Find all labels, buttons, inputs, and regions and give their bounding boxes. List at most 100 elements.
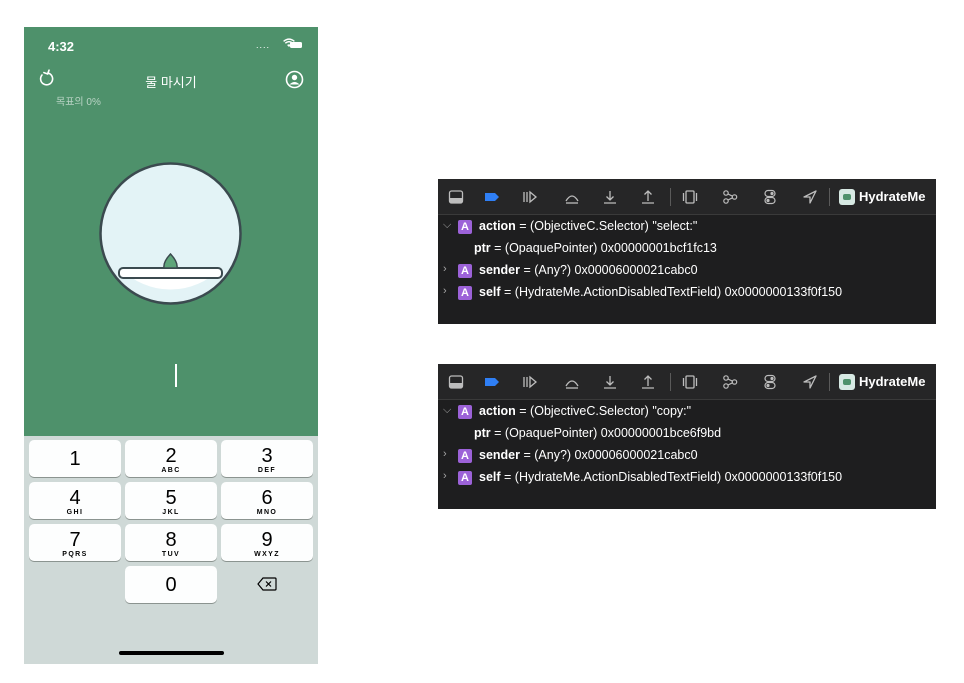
variable-text: self = (HydrateMe.ActionDisabledTextFiel… xyxy=(479,285,842,299)
key-3[interactable]: 3 DEF xyxy=(221,440,313,477)
variable-row[interactable]: ptr = (OpaquePointer) 0x00000001bce6f9bd xyxy=(438,425,936,445)
key-number: 9 xyxy=(261,529,273,551)
memory-graph-icon[interactable] xyxy=(722,189,738,205)
key-letters: GHI xyxy=(66,509,84,516)
key-8[interactable]: 8 TUV xyxy=(125,524,217,561)
continue-icon[interactable] xyxy=(522,374,538,390)
chevron-right-icon[interactable]: › xyxy=(443,470,447,482)
chevron-down-icon[interactable]: ⌵ xyxy=(443,404,451,417)
variable-text: sender = (Any?) 0x00006000021cabc0 xyxy=(479,263,698,277)
variable-row[interactable]: › A self = (HydrateMe.ActionDisabledText… xyxy=(438,469,936,489)
toolbar-separator xyxy=(670,373,671,391)
key-0[interactable]: 0 xyxy=(125,566,217,603)
variable-name: action xyxy=(479,219,516,233)
variable-text: ptr = (OpaquePointer) 0x00000001bce6f9bd xyxy=(474,426,721,440)
variable-name: action xyxy=(479,404,516,418)
type-badge: A xyxy=(458,449,472,463)
toolbar-separator xyxy=(829,373,830,391)
breakpoints-toggle-icon[interactable] xyxy=(484,189,500,205)
step-over-icon[interactable] xyxy=(564,374,580,390)
environment-overrides-icon[interactable] xyxy=(762,374,778,390)
environment-overrides-icon[interactable] xyxy=(762,189,778,205)
variable-row[interactable]: ⌵ A action = (ObjectiveC.Selector) "copy… xyxy=(438,403,936,423)
step-out-icon[interactable] xyxy=(640,189,656,205)
variable-value: = (HydrateMe.ActionDisabledTextField) 0x… xyxy=(500,285,843,299)
hide-debug-area-icon[interactable] xyxy=(448,189,464,205)
step-over-icon[interactable] xyxy=(564,189,580,205)
page-title: 물 마시기 xyxy=(145,75,197,90)
step-into-icon[interactable] xyxy=(602,189,618,205)
variable-row[interactable]: › A self = (HydrateMe.ActionDisabledText… xyxy=(438,284,936,304)
variable-text: sender = (Any?) 0x00006000021cabc0 xyxy=(479,448,698,462)
delete-key[interactable] xyxy=(221,566,313,603)
key-letters: DEF xyxy=(257,467,277,474)
simulate-location-icon[interactable] xyxy=(802,189,818,205)
variable-value: = (Any?) 0x00006000021cabc0 xyxy=(520,448,698,462)
type-badge: A xyxy=(458,286,472,300)
key-7[interactable]: 7 PQRS xyxy=(29,524,121,561)
key-number: 6 xyxy=(261,487,273,509)
variables-view-panel-2: HydrateMe ⌵ A action = (ObjectiveC.Selec… xyxy=(438,364,936,509)
key-letters: TUV xyxy=(161,551,181,558)
variable-text: action = (ObjectiveC.Selector) "copy:" xyxy=(479,404,691,418)
type-badge: A xyxy=(458,471,472,485)
key-number: 8 xyxy=(165,529,177,551)
chevron-right-icon[interactable]: › xyxy=(443,448,447,460)
water-drop-illustration xyxy=(99,162,242,305)
app-name[interactable]: HydrateMe xyxy=(859,189,925,204)
profile-icon[interactable] xyxy=(285,70,304,89)
key-number: 7 xyxy=(69,529,81,551)
chevron-right-icon[interactable]: › xyxy=(443,263,447,275)
key-letters: MNO xyxy=(256,509,278,516)
key-5[interactable]: 5 JKL xyxy=(125,482,217,519)
variable-row[interactable]: ptr = (OpaquePointer) 0x00000001bcf1fc13 xyxy=(438,240,936,260)
key-number: 1 xyxy=(69,448,81,470)
variable-name: ptr xyxy=(474,426,491,440)
variable-text: action = (ObjectiveC.Selector) "select:" xyxy=(479,219,697,233)
key-number: 0 xyxy=(165,574,177,596)
app-icon xyxy=(839,374,855,390)
home-indicator xyxy=(119,651,224,655)
step-out-icon[interactable] xyxy=(640,374,656,390)
variables-view-panel-1: HydrateMe ⌵ A action = (ObjectiveC.Selec… xyxy=(438,179,936,324)
step-into-icon[interactable] xyxy=(602,374,618,390)
iphone-screen: 4:32 .... 물 마시기 목표의 0% 1 2 ABC 3 DEF 4 G… xyxy=(24,27,318,664)
variable-name: self xyxy=(479,470,501,484)
simulate-location-icon[interactable] xyxy=(802,374,818,390)
variable-row[interactable]: › A sender = (Any?) 0x00006000021cabc0 xyxy=(438,447,936,467)
app-name[interactable]: HydrateMe xyxy=(859,374,925,389)
key-1[interactable]: 1 xyxy=(29,440,121,477)
key-9[interactable]: 9 WXYZ xyxy=(221,524,313,561)
variable-row[interactable]: › A sender = (Any?) 0x00006000021cabc0 xyxy=(438,262,936,282)
variable-value: = (OpaquePointer) 0x00000001bcf1fc13 xyxy=(490,241,717,255)
variable-name: ptr xyxy=(474,241,491,255)
variable-name: sender xyxy=(479,448,520,462)
key-4[interactable]: 4 GHI xyxy=(29,482,121,519)
variable-value: = (Any?) 0x00006000021cabc0 xyxy=(520,263,698,277)
battery-icon xyxy=(290,42,302,48)
key-number: 5 xyxy=(165,487,177,509)
key-letters: PQRS xyxy=(62,551,88,558)
variable-value: = (HydrateMe.ActionDisabledTextField) 0x… xyxy=(500,470,843,484)
key-2[interactable]: 2 ABC xyxy=(125,440,217,477)
hide-debug-area-icon[interactable] xyxy=(448,374,464,390)
view-debugger-icon[interactable] xyxy=(682,189,698,205)
key-number: 4 xyxy=(69,487,81,509)
chevron-right-icon[interactable]: › xyxy=(443,285,447,297)
variable-value: = (ObjectiveC.Selector) "copy:" xyxy=(515,404,692,418)
status-time: 4:32 xyxy=(48,39,75,54)
key-letters: ABC xyxy=(161,467,181,474)
breakpoints-toggle-icon[interactable] xyxy=(484,374,500,390)
key-6[interactable]: 6 MNO xyxy=(221,482,313,519)
variable-name: sender xyxy=(479,263,520,277)
continue-icon[interactable] xyxy=(522,189,538,205)
view-debugger-icon[interactable] xyxy=(682,374,698,390)
chevron-down-icon[interactable]: ⌵ xyxy=(443,219,451,232)
key-letters: JKL xyxy=(162,509,180,516)
variable-name: self xyxy=(479,285,501,299)
goal-progress-label: 목표의 0% xyxy=(56,97,101,108)
variable-row[interactable]: ⌵ A action = (ObjectiveC.Selector) "sele… xyxy=(438,218,936,238)
text-cursor xyxy=(175,364,177,387)
memory-graph-icon[interactable] xyxy=(722,374,738,390)
debug-toolbar: HydrateMe xyxy=(438,179,936,215)
